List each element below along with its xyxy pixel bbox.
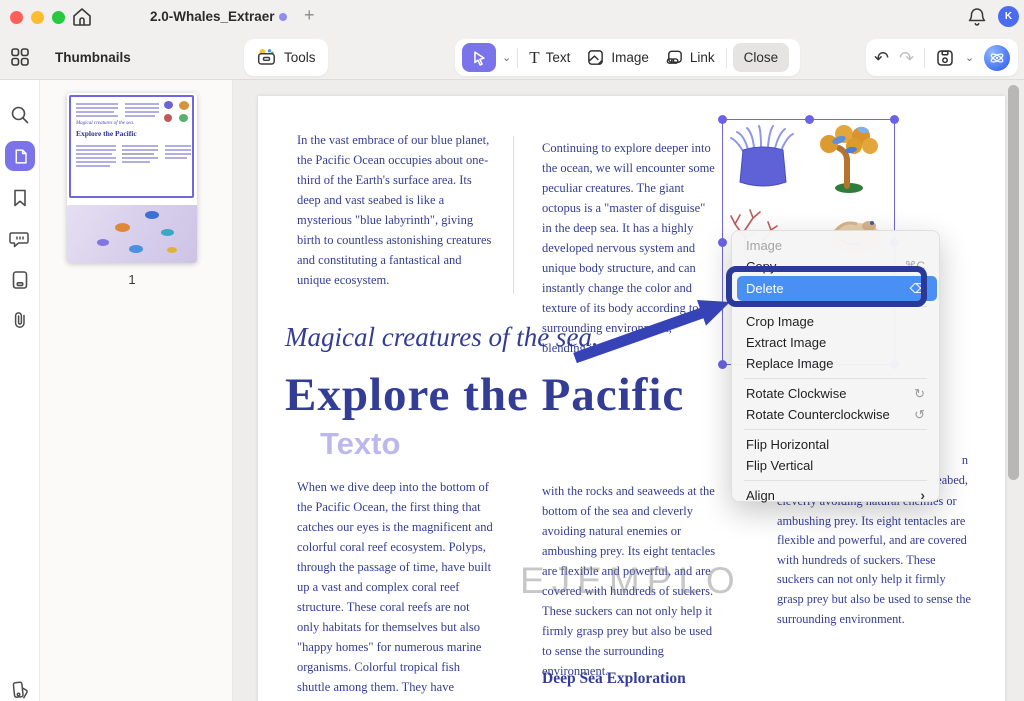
- sea-anemone-image: [730, 125, 794, 187]
- menu-separator: [744, 429, 927, 430]
- maximize-window-button[interactable]: [52, 11, 65, 24]
- menu-item-rotate-counterclockwise[interactable]: Rotate Counterclockwise ↺: [732, 404, 939, 425]
- user-avatar[interactable]: K: [998, 6, 1019, 27]
- home-icon[interactable]: [70, 5, 94, 29]
- deep-sea-heading[interactable]: Deep Sea Exploration: [542, 670, 686, 688]
- paragraph-bottom-left[interactable]: When we dive deep into the bottom of the…: [297, 477, 494, 701]
- delete-highlight-annotation: [726, 266, 927, 307]
- notifications-bell-icon[interactable]: [966, 6, 988, 28]
- submenu-chevron-icon: ›: [920, 487, 925, 503]
- attachment-paperclip-icon[interactable]: [9, 309, 31, 331]
- vertical-scrollbar[interactable]: [1008, 85, 1019, 480]
- text-tool-label: Text: [545, 50, 571, 65]
- paragraph-top-left[interactable]: In the vast embrace of our blue planet, …: [297, 130, 494, 290]
- image-tool-icon: [586, 48, 605, 67]
- swatches-palette-icon[interactable]: [9, 679, 31, 701]
- toolbar-divider: [517, 47, 519, 68]
- menu-item-crop-image[interactable]: Crop Image: [732, 311, 939, 332]
- stamp-icon[interactable]: [9, 269, 31, 291]
- tools-button[interactable]: Tools: [244, 39, 328, 76]
- comments-icon[interactable]: [9, 228, 31, 250]
- app-grid-icon[interactable]: [9, 46, 31, 68]
- undo-icon[interactable]: ↶: [874, 49, 889, 67]
- history-save-toolbar: ↶ ↷ ⌄: [866, 39, 1018, 76]
- selection-handle[interactable]: [718, 115, 727, 124]
- menu-separator: [744, 480, 927, 481]
- image-tool-button[interactable]: Image: [581, 48, 654, 67]
- thumbnails-panel: Magical creatures of the sea. Explore th…: [40, 80, 233, 701]
- new-tab-button[interactable]: +: [304, 5, 315, 26]
- cursor-icon: [470, 49, 488, 67]
- close-edit-button[interactable]: Close: [732, 43, 790, 72]
- document-tab-title[interactable]: 2.0-Whales_Extraer: [150, 9, 275, 24]
- menu-item-extract-image[interactable]: Extract Image: [732, 332, 939, 353]
- edit-toolbar: ⌄ T Text Image Link Close: [455, 39, 800, 76]
- doc-subtitle[interactable]: Magical creatures of the sea.: [285, 322, 599, 353]
- close-window-button[interactable]: [10, 11, 23, 24]
- selection-handle[interactable]: [805, 115, 814, 124]
- link-tool-label: Link: [689, 50, 715, 65]
- unsaved-indicator-dot: [279, 13, 287, 21]
- rotate-clockwise-icon: ↻: [914, 386, 925, 401]
- select-tool-button[interactable]: [462, 43, 496, 72]
- menu-item-replace-image[interactable]: Replace Image: [732, 353, 939, 374]
- link-tool-button[interactable]: Link: [660, 48, 720, 67]
- close-label: Close: [743, 50, 779, 65]
- sidebar-item-thumbnails-active[interactable]: [5, 141, 35, 171]
- document-canvas: In the vast embrace of our blue planet, …: [233, 80, 1024, 701]
- save-icon[interactable]: [935, 48, 955, 68]
- thumbnails-panel-title: Thumbnails: [55, 50, 131, 65]
- header-bar: 2.0-Whales_Extraer + K Thumbnails Tools …: [0, 0, 1024, 80]
- page-number-label: 1: [128, 272, 136, 287]
- column-divider: [513, 136, 514, 294]
- minimize-window-button[interactable]: [31, 11, 44, 24]
- redo-icon[interactable]: ↷: [899, 49, 914, 67]
- text-tool-button[interactable]: T Text: [524, 48, 575, 68]
- menu-item-align[interactable]: Align ›: [732, 485, 939, 506]
- image-tool-label: Image: [611, 50, 649, 65]
- menu-item-rotate-clockwise[interactable]: Rotate Clockwise ↻: [732, 383, 939, 404]
- link-tool-icon: [665, 48, 684, 67]
- bookmark-icon[interactable]: [9, 187, 31, 209]
- rotate-counterclockwise-icon: ↺: [914, 407, 925, 422]
- context-menu-header: Image: [746, 238, 783, 253]
- text-tool-icon: T: [529, 47, 540, 67]
- menu-item-flip-horizontal[interactable]: Flip Horizontal: [732, 434, 939, 455]
- toolbar-divider: [725, 47, 727, 68]
- toolbox-icon: [256, 47, 277, 68]
- page-thumbnail[interactable]: Magical creatures of the sea. Explore th…: [67, 93, 197, 263]
- menu-separator: [744, 378, 927, 379]
- doc-title[interactable]: Explore the Pacific: [285, 368, 684, 422]
- tree-coral-image: [820, 125, 878, 193]
- select-tool-chevron-icon[interactable]: ⌄: [502, 51, 511, 64]
- menu-item-flip-vertical[interactable]: Flip Vertical: [732, 455, 939, 476]
- texto-placeholder-label[interactable]: Texto: [320, 426, 400, 462]
- toolbar-divider: [924, 47, 925, 68]
- ai-assistant-button[interactable]: [983, 44, 1010, 71]
- paragraph-bottom-right[interactable]: cleverly avoiding natural enemies or amb…: [777, 492, 971, 629]
- left-icon-rail: [0, 80, 40, 701]
- tools-label: Tools: [284, 50, 316, 65]
- arrow-annotation: [573, 300, 730, 364]
- selection-handle[interactable]: [718, 238, 727, 247]
- selection-handle[interactable]: [890, 115, 899, 124]
- ejemplo-watermark: EJEMPLO: [520, 560, 742, 601]
- save-chevron-icon[interactable]: ⌄: [965, 51, 974, 64]
- thumbnail-viewport-indicator: [69, 95, 194, 198]
- search-icon[interactable]: [9, 104, 31, 126]
- mini-reef-photo: [67, 205, 197, 263]
